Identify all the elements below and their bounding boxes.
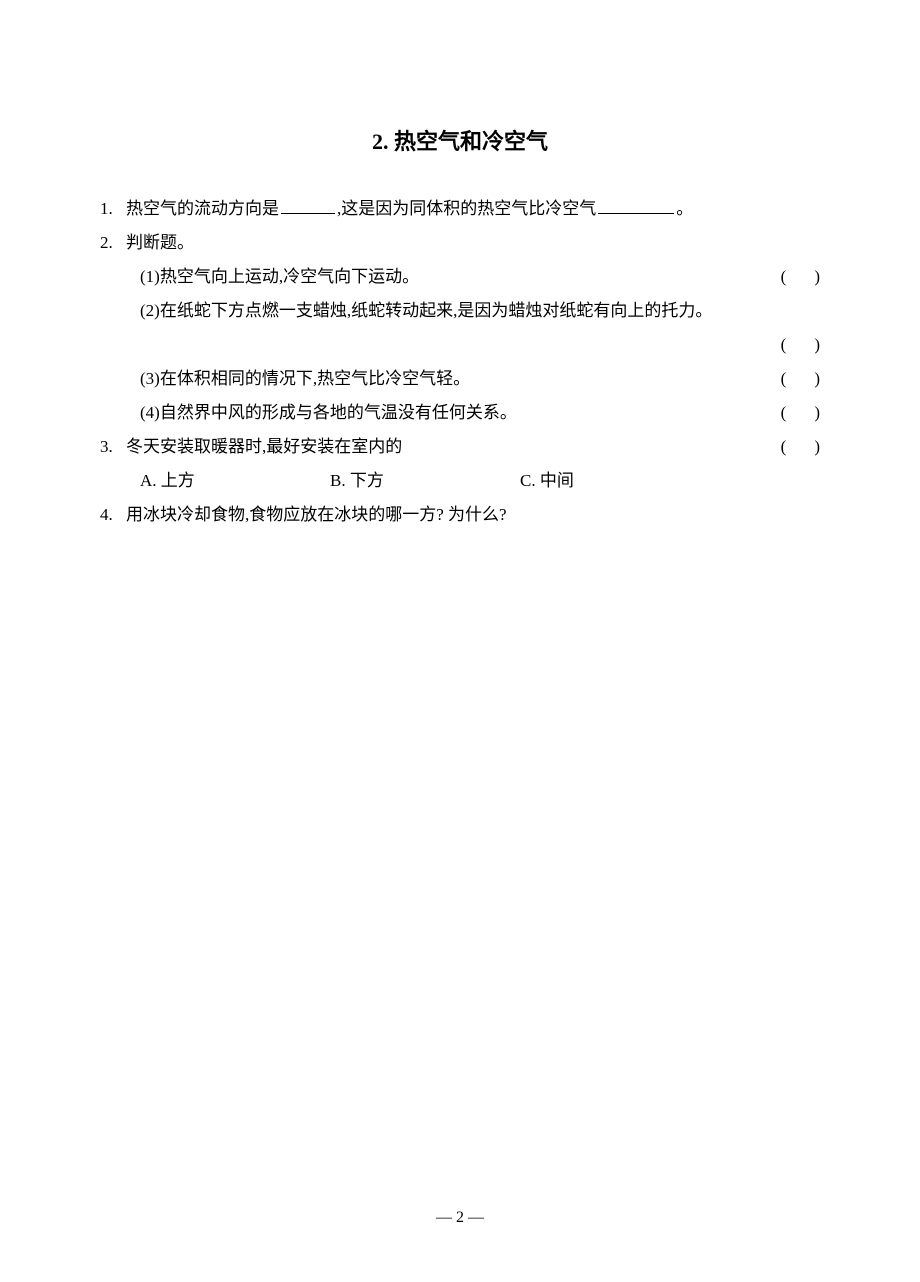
- q2-item-3: (3)在体积相同的情况下,热空气比冷空气轻。 (): [100, 362, 820, 396]
- q3-paren[interactable]: (): [781, 430, 820, 464]
- question-4: 4. 用冰块冷却食物,食物应放在冰块的哪一方? 为什么?: [100, 498, 820, 532]
- q2-item-2-parenline: (): [100, 328, 820, 362]
- q2-item-1-text: (1)热空气向上运动,冷空气向下运动。: [140, 267, 419, 286]
- page-number: — 2 —: [0, 1202, 920, 1234]
- q2-item-4-paren[interactable]: (): [781, 396, 820, 430]
- q1-text-mid: ,这是因为同体积的热空气比冷空气: [337, 199, 596, 218]
- question-1-body: 热空气的流动方向是 ,这是因为同体积的热空气比冷空气 。: [126, 192, 820, 226]
- q2-item-1-paren[interactable]: (): [781, 260, 820, 294]
- question-4-text: 用冰块冷却食物,食物应放在冰块的哪一方? 为什么?: [126, 498, 820, 532]
- question-2-number: 2.: [100, 226, 126, 260]
- question-4-number: 4.: [100, 498, 126, 532]
- q2-item-4: (4)自然界中风的形成与各地的气温没有任何关系。 (): [100, 396, 820, 430]
- q3-option-b[interactable]: B. 下方: [330, 464, 520, 498]
- question-3-number: 3.: [100, 430, 126, 464]
- q1-text-end: 。: [676, 199, 693, 218]
- question-2-label: 判断题。: [126, 226, 820, 260]
- q3-option-a[interactable]: A. 上方: [140, 464, 330, 498]
- question-3: 3. 冬天安装取暖器时,最好安装在室内的 (): [100, 430, 820, 464]
- question-2: 2. 判断题。: [100, 226, 820, 260]
- q2-item-4-text: (4)自然界中风的形成与各地的气温没有任何关系。: [140, 403, 517, 422]
- question-1-number: 1.: [100, 192, 126, 226]
- q2-item-3-paren[interactable]: (): [781, 362, 820, 396]
- q1-blank-1[interactable]: [281, 197, 335, 214]
- q1-blank-2[interactable]: [598, 197, 674, 214]
- q2-item-2-paren[interactable]: (): [781, 328, 820, 362]
- q3-option-c[interactable]: C. 中间: [520, 464, 710, 498]
- question-1: 1. 热空气的流动方向是 ,这是因为同体积的热空气比冷空气 。: [100, 192, 820, 226]
- q2-item-2-text: (2)在纸蛇下方点燃一支蜡烛,纸蛇转动起来,是因为蜡烛对纸蛇有向上的托力。: [140, 301, 712, 320]
- q2-item-1: (1)热空气向上运动,冷空气向下运动。 (): [100, 260, 820, 294]
- q1-text-pre: 热空气的流动方向是: [126, 199, 279, 218]
- q2-item-2: (2)在纸蛇下方点燃一支蜡烛,纸蛇转动起来,是因为蜡烛对纸蛇有向上的托力。: [100, 294, 820, 328]
- page-title: 2. 热空气和冷空气: [100, 120, 820, 164]
- question-3-text: 冬天安装取暖器时,最好安装在室内的: [126, 430, 764, 464]
- question-3-options: A. 上方 B. 下方 C. 中间: [100, 464, 820, 498]
- q2-item-3-text: (3)在体积相同的情况下,热空气比冷空气轻。: [140, 369, 470, 388]
